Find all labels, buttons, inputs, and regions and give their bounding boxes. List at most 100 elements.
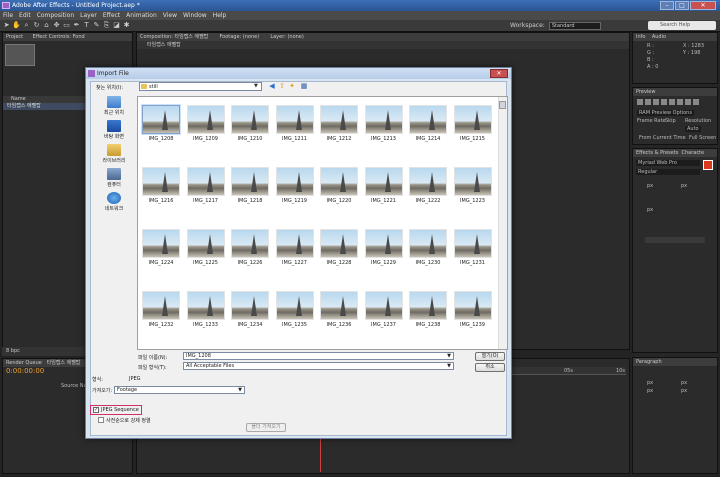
chevron-down-icon[interactable]: ▼ [447,363,451,370]
file-thumbnail[interactable]: IMG_1220 [318,167,360,209]
puppet-tool-icon[interactable]: ✱ [122,21,131,30]
file-thumbnail[interactable]: IMG_1231 [452,229,494,271]
dialog-close-button[interactable]: ✕ [490,69,508,78]
current-timecode[interactable]: 0:00:00:00 [6,367,44,375]
file-thumbnail[interactable]: IMG_1209 [185,105,227,147]
look-in-dropdown[interactable]: still [139,82,262,91]
first-frame-icon[interactable] [637,99,643,105]
resolution-dropdown[interactable]: Auto [685,126,701,132]
place-libraries[interactable]: 라이브러리 [92,144,136,164]
indent-right-unit[interactable]: px [681,380,687,386]
zoom-tool-icon[interactable]: ⌕ [22,21,31,30]
place-desktop[interactable]: 바탕 화면 [92,120,136,140]
paragraph-tab[interactable]: Paragraph [633,358,717,366]
close-button[interactable]: ✕ [690,1,716,10]
play-icon[interactable] [653,99,659,105]
file-thumbnail[interactable]: IMG_1223 [452,167,494,209]
brush-tool-icon[interactable]: ✎ [92,21,101,30]
menu-file[interactable]: File [3,11,13,20]
menu-view[interactable]: View [163,11,177,20]
from-current-time-checkbox[interactable]: From Current Time [639,135,686,141]
space-after-unit[interactable]: px [681,388,687,394]
file-thumbnail[interactable]: IMG_1237 [363,291,405,333]
place-recent[interactable]: 최근 위치 [92,96,136,116]
timeline-tab[interactable]: 타임랩스 에펠탑 [47,360,81,366]
file-thumbnail[interactable]: IMG_1212 [318,105,360,147]
selection-tool-icon[interactable]: ➤ [2,21,11,30]
minimize-button[interactable]: – [660,1,674,10]
file-thumbnail[interactable]: IMG_1226 [229,229,271,271]
stroke-width-unit[interactable]: px [647,207,653,213]
rotate-tool-icon[interactable]: ↻ [32,21,41,30]
import-folder-button[interactable]: 폴더 가져오기 [246,423,286,432]
ram-preview-icon[interactable] [693,99,699,105]
file-thumbnail[interactable]: IMG_1236 [318,291,360,333]
import-as-dropdown[interactable]: Footage ▼ [114,386,245,394]
file-thumbnail[interactable]: IMG_1219 [274,167,316,209]
place-computer[interactable]: 컴퓨터 [92,168,136,188]
indent-left-unit[interactable]: px [647,380,653,386]
file-thumbnail[interactable]: IMG_1216 [140,167,182,209]
space-before-unit[interactable]: px [647,388,653,394]
chevron-down-icon[interactable]: ▼ [254,82,258,91]
chevron-down-icon[interactable]: ▼ [238,387,242,394]
menu-window[interactable]: Window [183,11,207,20]
menu-help[interactable]: Help [213,11,227,20]
scrollbar-thumb[interactable] [499,101,506,109]
file-thumbnail[interactable]: IMG_1227 [274,229,316,271]
place-network[interactable]: 네트워크 [92,192,136,212]
file-thumbnail[interactable]: IMG_1217 [185,167,227,209]
preview-tab[interactable]: Preview [633,88,717,96]
loop-icon[interactable] [685,99,691,105]
menu-layer[interactable]: Layer [80,11,97,20]
hand-tool-icon[interactable]: ✋ [12,21,21,30]
force-alphabetical-checkbox[interactable] [98,417,104,423]
project-tab[interactable]: Project Effect Controls: Fond [3,33,132,41]
ram-preview-options[interactable]: RAM Preview Options [637,110,694,116]
cancel-button[interactable]: 취소 [475,363,505,372]
file-thumbnail[interactable]: IMG_1225 [185,229,227,271]
layer-tab[interactable]: Layer: (none) [270,34,304,40]
search-help-input[interactable]: Search Help [648,21,716,30]
pen-tool-icon[interactable]: ✒ [72,21,81,30]
font-style-dropdown[interactable]: Regular [636,169,700,175]
file-thumbnail[interactable]: IMG_1208 [140,105,182,147]
menu-effect[interactable]: Effect [103,11,120,20]
view-menu-icon[interactable]: ▦ [298,82,310,90]
audio-tab[interactable]: Audio [652,34,666,40]
jpeg-sequence-label[interactable]: JPEG Sequence [101,407,139,413]
chevron-down-icon[interactable]: ▼ [447,353,451,360]
effects-presets-tab[interactable]: Effects & Presets [636,150,678,156]
file-thumbnail[interactable]: IMG_1211 [274,105,316,147]
up-folder-icon[interactable]: ⇧ [278,82,286,90]
file-name-input[interactable]: IMG_1208 ▼ [183,352,454,360]
pan-behind-tool-icon[interactable]: ✥ [52,21,61,30]
clone-tool-icon[interactable]: ⎘ [102,21,111,30]
camera-tool-icon[interactable]: ⌂ [42,21,51,30]
file-thumbnail[interactable]: IMG_1235 [274,291,316,333]
file-thumbnail[interactable]: IMG_1230 [407,229,449,271]
menu-edit[interactable]: Edit [19,11,31,20]
file-thumbnail[interactable]: IMG_1238 [407,291,449,333]
file-thumbnail[interactable]: IMG_1229 [363,229,405,271]
file-thumbnail[interactable]: IMG_1232 [140,291,182,333]
leading-unit[interactable]: px [681,183,687,189]
last-frame-icon[interactable] [669,99,675,105]
force-alphabetical-label[interactable]: 사전순으로 강제 정렬 [106,417,151,424]
next-frame-icon[interactable] [661,99,667,105]
file-thumbnail[interactable]: IMG_1210 [229,105,271,147]
file-thumbnail[interactable]: IMG_1228 [318,229,360,271]
file-thumbnail[interactable]: IMG_1218 [229,167,271,209]
file-thumbnail[interactable]: IMG_1214 [407,105,449,147]
workspace-dropdown[interactable]: Standard [548,22,601,30]
prev-frame-icon[interactable] [645,99,651,105]
file-thumbnail[interactable]: IMG_1221 [363,167,405,209]
file-thumbnail[interactable]: IMG_1215 [452,105,494,147]
open-button[interactable]: 열기(O) [475,352,505,361]
file-thumbnail[interactable]: IMG_1222 [407,167,449,209]
fill-color-swatch[interactable] [703,160,713,170]
render-queue-tab[interactable]: Render Queue [6,360,42,366]
menu-composition[interactable]: Composition [37,11,74,20]
file-thumbnail[interactable]: IMG_1233 [185,291,227,333]
maximize-button[interactable]: □ [675,1,689,10]
